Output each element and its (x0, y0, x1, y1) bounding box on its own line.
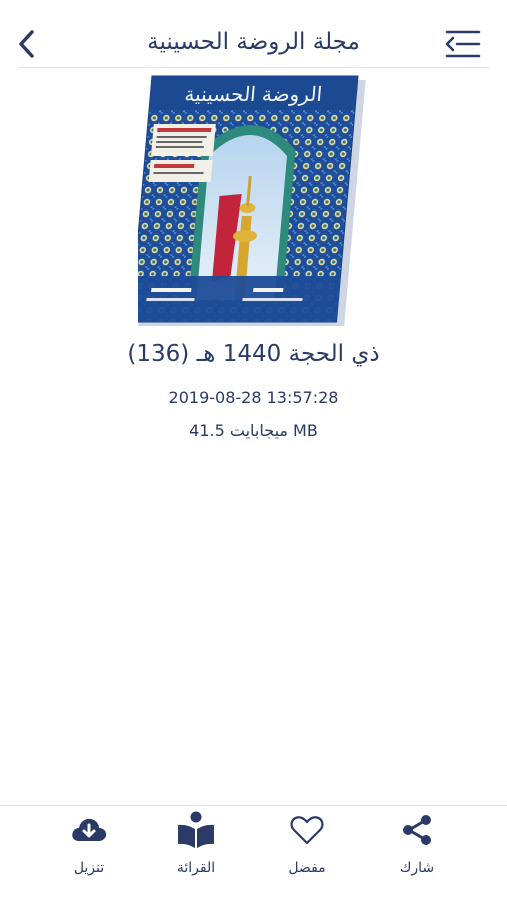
issue-file-size: ميجابايت 41.5 MB (189, 421, 318, 440)
cloud-download-icon (72, 818, 107, 841)
chevron-left-icon (19, 30, 34, 58)
book-reader-icon (178, 811, 214, 848)
menu-button[interactable] (443, 26, 483, 62)
menu-icon (445, 30, 481, 58)
magazine-cover[interactable]: الروضة الحسينية (129, 72, 374, 330)
share-label: شارك (399, 860, 435, 876)
bottom-action-bar: تنزيل القرائة مفضل شارك (0, 805, 507, 901)
page-title: مجلة الروضة الحسينية (147, 29, 360, 55)
read-button[interactable]: القرائة (151, 810, 241, 890)
share-button[interactable]: شارك (372, 810, 462, 890)
magazine-cover-image: الروضة الحسينية (129, 75, 366, 326)
download-button[interactable]: تنزيل (44, 810, 134, 890)
download-label: تنزيل (73, 860, 105, 876)
issue-title: (136) ذي الحجة 1440 هـ (127, 341, 380, 367)
app-header: مجلة الروضة الحسينية (0, 0, 507, 68)
favorite-button[interactable]: مفضل (262, 810, 352, 890)
issue-date: 2019-08-28 13:57:28 (168, 388, 339, 407)
header-divider (18, 67, 489, 68)
share-icon (403, 815, 431, 845)
favorite-label: مفضل (288, 860, 326, 876)
svg-text:الروضة الحسينية: الروضة الحسينية (184, 82, 324, 106)
back-button[interactable] (10, 24, 44, 64)
heart-icon (290, 816, 324, 845)
read-label: القرائة (176, 860, 216, 876)
